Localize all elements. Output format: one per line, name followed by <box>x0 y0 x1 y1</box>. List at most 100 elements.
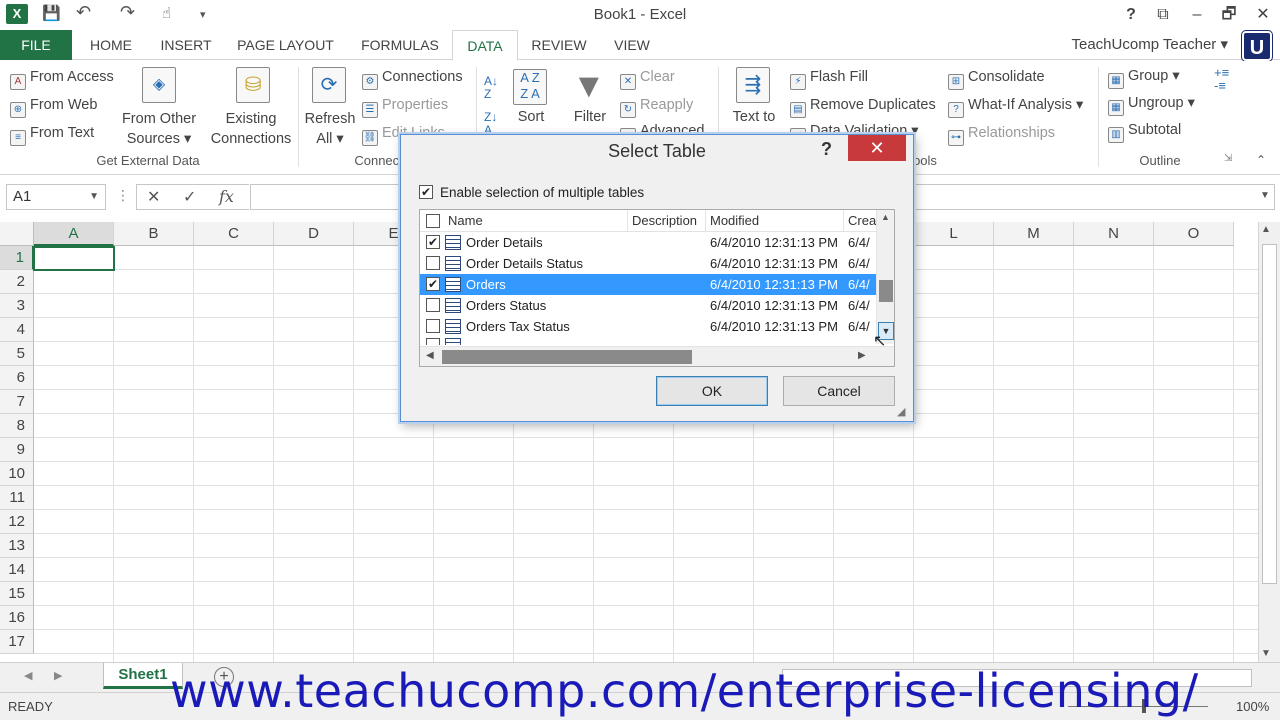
from-other-sources-button[interactable]: From Other Sources ▾ <box>120 109 198 149</box>
group-button[interactable]: ▦ Group ▾ <box>1108 68 1180 89</box>
column-header-description[interactable]: Description <box>628 210 706 232</box>
tab-home[interactable]: HOME <box>80 30 142 60</box>
row-header[interactable]: 12 <box>0 510 34 534</box>
column-header[interactable]: L <box>914 222 994 246</box>
relationships-button[interactable]: ⊶ Relationships <box>948 125 1055 146</box>
row-header[interactable]: 7 <box>0 390 34 414</box>
row-header[interactable]: 5 <box>0 342 34 366</box>
table-row-checkbox[interactable]: ✔ <box>426 277 440 291</box>
row-header[interactable]: 16 <box>0 606 34 630</box>
list-scroll-left-icon[interactable]: ◀ <box>426 350 434 361</box>
tab-review[interactable]: REVIEW <box>524 30 594 60</box>
list-hscroll-thumb[interactable] <box>442 350 692 364</box>
row-header[interactable]: 11 <box>0 486 34 510</box>
filter-button[interactable]: Filter <box>566 109 614 125</box>
reapply-button[interactable]: ↻ Reapply <box>620 97 693 118</box>
scroll-up-icon[interactable]: ▲ <box>1261 224 1271 235</box>
column-header[interactable]: O <box>1154 222 1234 246</box>
sort-button[interactable]: Sort <box>506 109 556 125</box>
list-scroll-thumb[interactable] <box>879 280 893 302</box>
tab-data[interactable]: DATA <box>452 30 518 61</box>
column-header-modified[interactable]: Modified <box>706 210 844 232</box>
clear-button[interactable]: ✕ Clear <box>620 69 675 90</box>
tab-view[interactable]: VIEW <box>604 30 660 60</box>
tab-formulas[interactable]: FORMULAS <box>352 30 448 60</box>
list-scroll-right-icon[interactable]: ▶ <box>858 350 866 361</box>
name-box-dropdown-icon[interactable]: ▼ <box>89 185 99 209</box>
show-detail-icon[interactable]: +≡ -≡ <box>1214 66 1229 92</box>
refresh-all-button[interactable]: Refresh All ▾ <box>300 109 360 149</box>
list-scroll-up-icon[interactable]: ▲ <box>881 212 890 222</box>
table-row[interactable]: ✔ Order Details 6/4/2010 12:31:13 PM 6/4/ <box>420 232 876 253</box>
table-row[interactable]: ✔ Orders 6/4/2010 12:31:13 PM 6/4/ <box>420 274 876 295</box>
from-access-button[interactable]: A From Access <box>10 69 114 90</box>
column-header[interactable]: C <box>194 222 274 246</box>
row-header[interactable]: 17 <box>0 630 34 654</box>
table-row-checkbox[interactable] <box>426 298 440 312</box>
minimize-button[interactable]: – <box>1182 3 1212 27</box>
insert-function-icon[interactable]: fx <box>219 187 234 206</box>
row-header[interactable]: 9 <box>0 438 34 462</box>
outline-dialog-launcher-icon[interactable]: ⇲ <box>1224 153 1232 164</box>
enter-entry-icon[interactable]: ✓ <box>183 187 196 207</box>
properties-button[interactable]: ☰ Properties <box>362 97 448 118</box>
vertical-scroll-thumb[interactable] <box>1262 244 1277 584</box>
row-header[interactable]: 15 <box>0 582 34 606</box>
table-list-vscroll[interactable]: ▲ ▼ <box>876 210 894 344</box>
what-if-analysis-button[interactable]: ? What-If Analysis ▾ <box>948 97 1083 118</box>
row-header[interactable]: 2 <box>0 270 34 294</box>
table-list-hscroll[interactable]: ◀ ▶ <box>420 346 894 366</box>
expand-formula-bar-icon[interactable]: ▼ <box>1260 190 1270 201</box>
vertical-scrollbar[interactable]: ▲ ▼ <box>1258 222 1280 662</box>
ribbon-display-options-button[interactable]: ⧉ <box>1148 3 1178 27</box>
help-button[interactable]: ? <box>1116 3 1146 27</box>
resize-grip-icon[interactable]: ◢ <box>897 405 905 418</box>
column-header-name[interactable]: Name <box>442 210 628 232</box>
table-row[interactable]: Orders Status 6/4/2010 12:31:13 PM 6/4/ <box>420 295 876 316</box>
next-sheet-icon[interactable]: ▶ <box>54 669 62 682</box>
existing-connections-button[interactable]: Existing Connections <box>208 109 294 149</box>
cancel-entry-icon[interactable]: ✕ <box>147 187 160 207</box>
text-to-columns-button[interactable]: Text to <box>726 109 782 129</box>
row-header[interactable]: 8 <box>0 414 34 438</box>
remove-duplicates-button[interactable]: ▤ Remove Duplicates <box>790 97 936 118</box>
account-name[interactable]: TeachUcomp Teacher ▾ <box>1072 30 1229 60</box>
row-header[interactable]: 14 <box>0 558 34 582</box>
table-row-checkbox[interactable] <box>426 319 440 333</box>
cancel-button[interactable]: Cancel <box>783 376 895 406</box>
from-text-button[interactable]: ≡ From Text <box>10 125 94 146</box>
close-button[interactable]: ✕ <box>1248 3 1278 27</box>
zoom-level[interactable]: 100% <box>1236 699 1269 714</box>
subtotal-button[interactable]: ▥ Subtotal <box>1108 122 1181 143</box>
connections-button[interactable]: ⚙ Connections <box>362 69 463 90</box>
row-header[interactable]: 1 <box>0 246 34 270</box>
row-header[interactable]: 13 <box>0 534 34 558</box>
row-header[interactable]: 6 <box>0 366 34 390</box>
table-row-checkbox[interactable] <box>426 338 440 345</box>
column-header[interactable]: M <box>994 222 1074 246</box>
scroll-down-icon[interactable]: ▼ <box>1261 648 1271 659</box>
column-header[interactable]: A <box>34 222 114 246</box>
tab-page-layout[interactable]: PAGE LAYOUT <box>228 30 343 60</box>
tab-insert[interactable]: INSERT <box>152 30 220 60</box>
column-header[interactable]: N <box>1074 222 1154 246</box>
active-cell-a1[interactable] <box>33 246 115 271</box>
select-all-corner[interactable] <box>0 222 34 246</box>
table-row[interactable]: Orders Tax Status 6/4/2010 12:31:13 PM 6/4… <box>420 316 876 337</box>
tab-file[interactable]: FILE <box>0 30 72 60</box>
maximize-button[interactable]: 🗗 <box>1214 3 1244 27</box>
collapse-ribbon-icon[interactable]: ⌃ <box>1256 153 1266 167</box>
column-header[interactable]: B <box>114 222 194 246</box>
prev-sheet-icon[interactable]: ◀ <box>24 669 32 682</box>
enable-multiple-checkbox-row[interactable]: ✔ Enable selection of multiple tables <box>419 184 819 202</box>
enable-multiple-checkbox[interactable]: ✔ <box>419 185 433 199</box>
column-header[interactable]: D <box>274 222 354 246</box>
sort-az-icon[interactable]: A↓ Z <box>484 75 498 101</box>
table-row[interactable]: Order Details Status 6/4/2010 12:31:13 PM… <box>420 253 876 274</box>
dialog-close-button[interactable]: ✕ <box>848 135 906 161</box>
from-web-button[interactable]: ⊕ From Web <box>10 97 97 118</box>
table-row-checkbox[interactable] <box>426 256 440 270</box>
row-header[interactable]: 4 <box>0 318 34 342</box>
flash-fill-button[interactable]: ⚡ Flash Fill <box>790 69 868 90</box>
column-header-created[interactable]: Crea <box>844 210 876 232</box>
